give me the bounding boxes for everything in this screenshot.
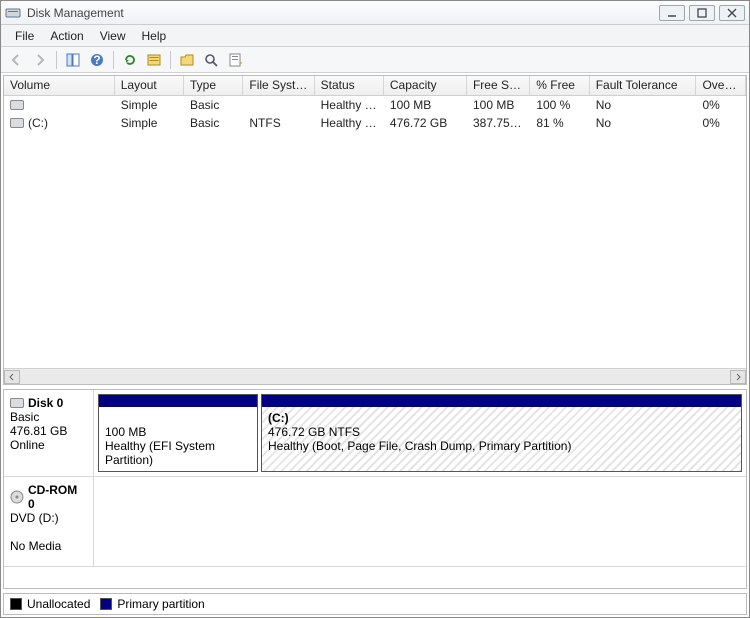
col-capacity[interactable]: Capacity: [384, 76, 467, 95]
drive-icon: [10, 118, 24, 128]
scroll-left-icon[interactable]: [4, 370, 20, 384]
hscrollbar[interactable]: [4, 368, 746, 384]
disk-title: Disk 0: [28, 396, 63, 410]
vol-type: Basic: [184, 97, 243, 113]
disk-header[interactable]: CD-ROM 0 DVD (D:) No Media: [4, 477, 94, 566]
part-size: 476.72 GB NTFS: [268, 425, 735, 439]
scroll-right-icon[interactable]: [730, 370, 746, 384]
properties-icon[interactable]: [224, 49, 246, 71]
minimize-button[interactable]: [659, 5, 685, 21]
app-icon: [5, 5, 21, 21]
disk-kind: Basic: [10, 410, 87, 424]
vol-fs: [243, 104, 314, 106]
forward-icon: [29, 49, 51, 71]
open-icon[interactable]: [176, 49, 198, 71]
disk-header[interactable]: Disk 0 Basic 476.81 GB Online: [4, 390, 94, 476]
back-icon: [5, 49, 27, 71]
vol-name: (C:): [28, 116, 48, 130]
vol-status: Healthy (B...: [315, 115, 384, 131]
vol-pct: 81 %: [530, 115, 589, 131]
vol-fs: NTFS: [243, 115, 314, 131]
vol-capacity: 100 MB: [384, 97, 467, 113]
vol-ft: No: [590, 115, 697, 131]
disk-row[interactable]: Disk 0 Basic 476.81 GB Online 100 MB Hea…: [4, 390, 746, 477]
col-fault[interactable]: Fault Tolerance: [590, 76, 697, 95]
disk-state: No Media: [10, 539, 87, 553]
part-size: 100 MB: [105, 425, 251, 439]
cdrom-icon: [10, 490, 24, 504]
col-layout[interactable]: Layout: [115, 76, 184, 95]
toolbar: ?: [1, 47, 749, 73]
disk-size: 476.81 GB: [10, 424, 87, 438]
partition-c[interactable]: (C:) 476.72 GB NTFS Healthy (Boot, Page …: [261, 394, 742, 472]
drive-icon: [10, 100, 24, 110]
close-button[interactable]: [719, 5, 745, 21]
disk-row[interactable]: CD-ROM 0 DVD (D:) No Media: [4, 477, 746, 567]
vol-free: 100 MB: [467, 97, 530, 113]
toolbar-sep: [170, 51, 171, 69]
swatch-primary: [100, 598, 112, 610]
partition-efi[interactable]: 100 MB Healthy (EFI System Partition): [98, 394, 258, 472]
toolbar-sep: [56, 51, 57, 69]
col-pctfree[interactable]: % Free: [530, 76, 589, 95]
partition-stripe: [99, 395, 257, 407]
col-filesystem[interactable]: File System: [243, 76, 314, 95]
title-bar: Disk Management: [1, 1, 749, 25]
maximize-button[interactable]: [689, 5, 715, 21]
vol-oh: 0%: [696, 97, 746, 113]
search-icon[interactable]: [200, 49, 222, 71]
col-overhead[interactable]: Overhe: [696, 76, 746, 95]
scroll-track[interactable]: [20, 370, 730, 384]
vol-layout: Simple: [115, 97, 184, 113]
toolbar-sep: [113, 51, 114, 69]
window-title: Disk Management: [27, 6, 655, 20]
part-name: (C:): [268, 411, 289, 425]
disk-kind: DVD (D:): [10, 511, 87, 525]
volume-list: Volume Layout Type File System Status Ca…: [3, 75, 747, 385]
vol-ft: No: [590, 97, 697, 113]
vol-type: Basic: [184, 115, 243, 131]
col-free[interactable]: Free Spa...: [467, 76, 530, 95]
volume-row[interactable]: Simple Basic Healthy (E... 100 MB 100 MB…: [4, 96, 746, 114]
part-status: Healthy (Boot, Page File, Crash Dump, Pr…: [268, 439, 735, 453]
legend: Unallocated Primary partition: [3, 593, 747, 615]
partition-stripe: [262, 395, 741, 407]
legend-unallocated: Unallocated: [10, 597, 90, 611]
swatch-unallocated: [10, 598, 22, 610]
no-media-area: [94, 477, 746, 566]
menu-help[interactable]: Help: [134, 27, 175, 45]
vol-pct: 100 %: [530, 97, 589, 113]
col-volume[interactable]: Volume: [4, 76, 115, 95]
volume-headers: Volume Layout Type File System Status Ca…: [4, 76, 746, 96]
vol-status: Healthy (E...: [315, 97, 384, 113]
vol-capacity: 476.72 GB: [384, 115, 467, 131]
svg-text:?: ?: [93, 53, 100, 67]
show-hide-tree-icon[interactable]: [62, 49, 84, 71]
refresh-icon[interactable]: [119, 49, 141, 71]
graphical-pane: Disk 0 Basic 476.81 GB Online 100 MB Hea…: [3, 389, 747, 589]
menu-file[interactable]: File: [7, 27, 42, 45]
disk-state: Online: [10, 438, 87, 452]
menu-bar: File Action View Help: [1, 25, 749, 47]
vol-oh: 0%: [696, 115, 746, 131]
volume-body: Simple Basic Healthy (E... 100 MB 100 MB…: [4, 96, 746, 368]
part-status: Healthy (EFI System Partition): [105, 439, 251, 467]
rescan-icon[interactable]: [143, 49, 165, 71]
disk-icon: [10, 398, 24, 408]
col-type[interactable]: Type: [184, 76, 243, 95]
col-status[interactable]: Status: [315, 76, 384, 95]
menu-action[interactable]: Action: [42, 27, 91, 45]
disk-title: CD-ROM 0: [28, 483, 87, 511]
menu-view[interactable]: View: [92, 27, 134, 45]
vol-free: 387.75 GB: [467, 115, 530, 131]
vol-layout: Simple: [115, 115, 184, 131]
volume-row[interactable]: (C:) Simple Basic NTFS Healthy (B... 476…: [4, 114, 746, 132]
legend-primary: Primary partition: [100, 597, 204, 611]
help-icon[interactable]: ?: [86, 49, 108, 71]
